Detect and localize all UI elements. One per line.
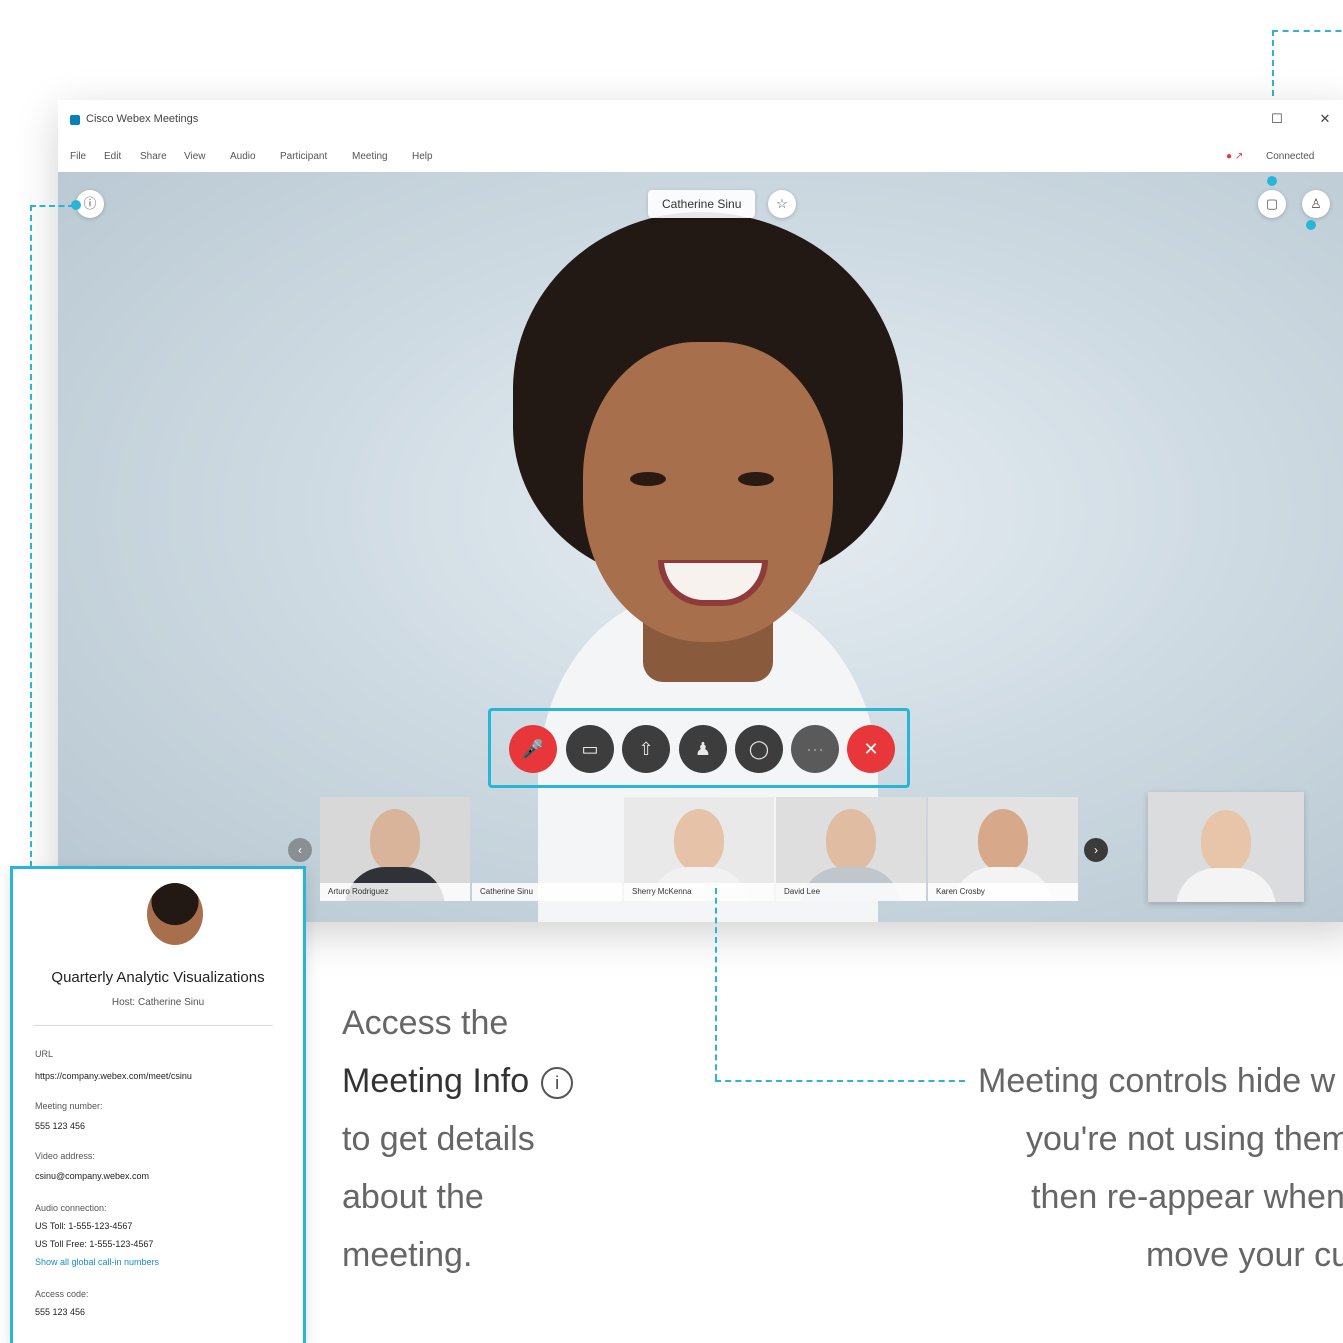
global-call-in-link[interactable]: Show all global call-in numbers (35, 1257, 159, 1267)
window-title: Cisco Webex Meetings (86, 113, 199, 125)
app-window: Cisco Webex Meetings ☐ ✕ File Edit Share… (58, 100, 1343, 922)
participants-button[interactable]: ♟ (679, 725, 727, 773)
meeting-number-label: Meeting number: (35, 1101, 103, 1111)
avatar (1201, 810, 1251, 872)
video-button[interactable]: ▭ (566, 725, 614, 773)
chat-button[interactable]: ◯ (735, 725, 783, 773)
meeting-controls-bar: 🎤 ▭ ⇧ ♟ ◯ ··· ✕ (488, 708, 910, 788)
menu-meeting[interactable]: Meeting (352, 151, 388, 162)
speaker-eye (630, 472, 666, 486)
annotation-line: to get details (342, 1120, 535, 1158)
meeting-number: 555 123 456 (35, 1121, 86, 1131)
mute-button[interactable]: 🎤 (509, 725, 557, 773)
annotation-line: Access the (342, 1004, 509, 1042)
layout-button[interactable]: ▢ (1258, 190, 1286, 218)
participant-thumbnail[interactable]: Sherry McKenna (624, 797, 774, 901)
access-code: 555 123 456 (35, 1307, 86, 1317)
avatar (826, 809, 876, 871)
screenshot-root: Cisco Webex Meetings ☐ ✕ File Edit Share… (0, 0, 1343, 1343)
menu-file[interactable]: File (70, 151, 86, 162)
callout-line (715, 888, 717, 1080)
menu-audio[interactable]: Audio (230, 151, 256, 162)
url-label: URL (35, 1049, 54, 1059)
callout-line (30, 205, 74, 207)
host-avatar (147, 883, 203, 945)
video-address: csinu@company.webex.com (35, 1171, 150, 1181)
speaker-eye (738, 472, 774, 486)
menu-edit[interactable]: Edit (104, 151, 121, 162)
annotation-emphasis: Meeting Info (342, 1062, 530, 1100)
divider (33, 1025, 273, 1026)
thumbnails-next-button[interactable]: › (1084, 838, 1108, 862)
webex-logo-icon (70, 115, 80, 125)
menu-view[interactable]: View (184, 151, 206, 162)
annotation-line: you're not using them (1025, 1120, 1343, 1158)
annotation-controls: Meeting controls hide w you're not using… (978, 1052, 1343, 1284)
participant-name: Karen Crosby (928, 883, 1078, 901)
annotation-line: Meeting controls hide w (978, 1062, 1336, 1100)
maximize-button[interactable]: ☐ (1268, 111, 1286, 127)
menu-help[interactable]: Help (412, 151, 433, 162)
annotation-line: about the (342, 1178, 484, 1216)
active-speaker-label: Catherine Sinu (648, 190, 756, 218)
annotation-line: move your cu (1145, 1236, 1343, 1274)
access-code-label: Access code: (35, 1289, 89, 1299)
audio-toll: US Toll: 1-555-123-4567 (35, 1221, 133, 1231)
participant-thumbnails: Arturo Rodriguez Catherine Sinu Sherry M… (320, 797, 1080, 901)
avatar-body (1176, 868, 1276, 902)
callout-line (715, 1080, 965, 1082)
participant-name: Sherry McKenna (624, 883, 774, 901)
video-address-label: Video address: (35, 1151, 95, 1161)
callout-dot (1267, 176, 1277, 186)
audio-toll-free: US Toll Free: 1-555-123-4567 (35, 1239, 154, 1249)
callout-line (1272, 30, 1343, 32)
connection-status[interactable]: Connected (1266, 151, 1314, 162)
participant-thumbnail[interactable]: Catherine Sinu (472, 797, 622, 901)
participant-name: Arturo Rodriguez (320, 883, 470, 901)
meeting-url[interactable]: https://company.webex.com/meet/csinu (35, 1071, 192, 1081)
menu-participant[interactable]: Participant (280, 151, 327, 162)
avatar (978, 809, 1028, 871)
annotation-line: meeting. (342, 1236, 473, 1274)
self-view-thumbnail[interactable] (1148, 792, 1304, 902)
menu-bar: File Edit Share View Audio Participant M… (58, 146, 1343, 170)
meeting-host: Host: Catherine Sinu (111, 997, 205, 1008)
meeting-title: Quarterly Analytic Visualizations (51, 969, 265, 986)
connection-icon: ● ↗ (1226, 151, 1244, 162)
close-button[interactable]: ✕ (1316, 111, 1334, 127)
callout-dot (1306, 220, 1316, 230)
pin-icon[interactable]: ☆ (768, 190, 796, 218)
audio-connection-label: Audio connection: (35, 1203, 107, 1213)
thumbnails-prev-button[interactable]: ‹ (288, 838, 312, 862)
avatar (370, 809, 420, 871)
participant-thumbnail[interactable]: David Lee (776, 797, 926, 901)
annotation-meeting-info: Access the Meeting Info i to get details … (342, 994, 574, 1284)
participant-thumbnail[interactable]: Karen Crosby (928, 797, 1078, 901)
more-options-button[interactable]: ··· (791, 725, 839, 773)
participant-name: Catherine Sinu (472, 883, 622, 901)
share-button[interactable]: ⇧ (622, 725, 670, 773)
video-stage: ⓘ Catherine Sinu ☆ ▢ ♙ 🎤 ▭ ⇧ ♟ ◯ ··· ✕ ‹… (58, 172, 1343, 922)
participant-thumbnail[interactable]: Arturo Rodriguez (320, 797, 470, 901)
title-bar: Cisco Webex Meetings ☐ ✕ (58, 100, 1343, 140)
annotation-line: then re-appear when (1031, 1178, 1343, 1216)
leave-meeting-button[interactable]: ✕ (847, 725, 895, 773)
avatar (674, 809, 724, 871)
info-icon: i (541, 1067, 574, 1100)
meeting-info-panel: Quarterly Analytic Visualizations Host: … (10, 866, 306, 1343)
annotation-line-strong: Meeting Info i (342, 1052, 574, 1110)
participants-panel-button[interactable]: ♙ (1302, 190, 1330, 218)
menu-share[interactable]: Share (140, 151, 167, 162)
callout-line (30, 205, 32, 867)
participant-name: David Lee (776, 883, 926, 901)
